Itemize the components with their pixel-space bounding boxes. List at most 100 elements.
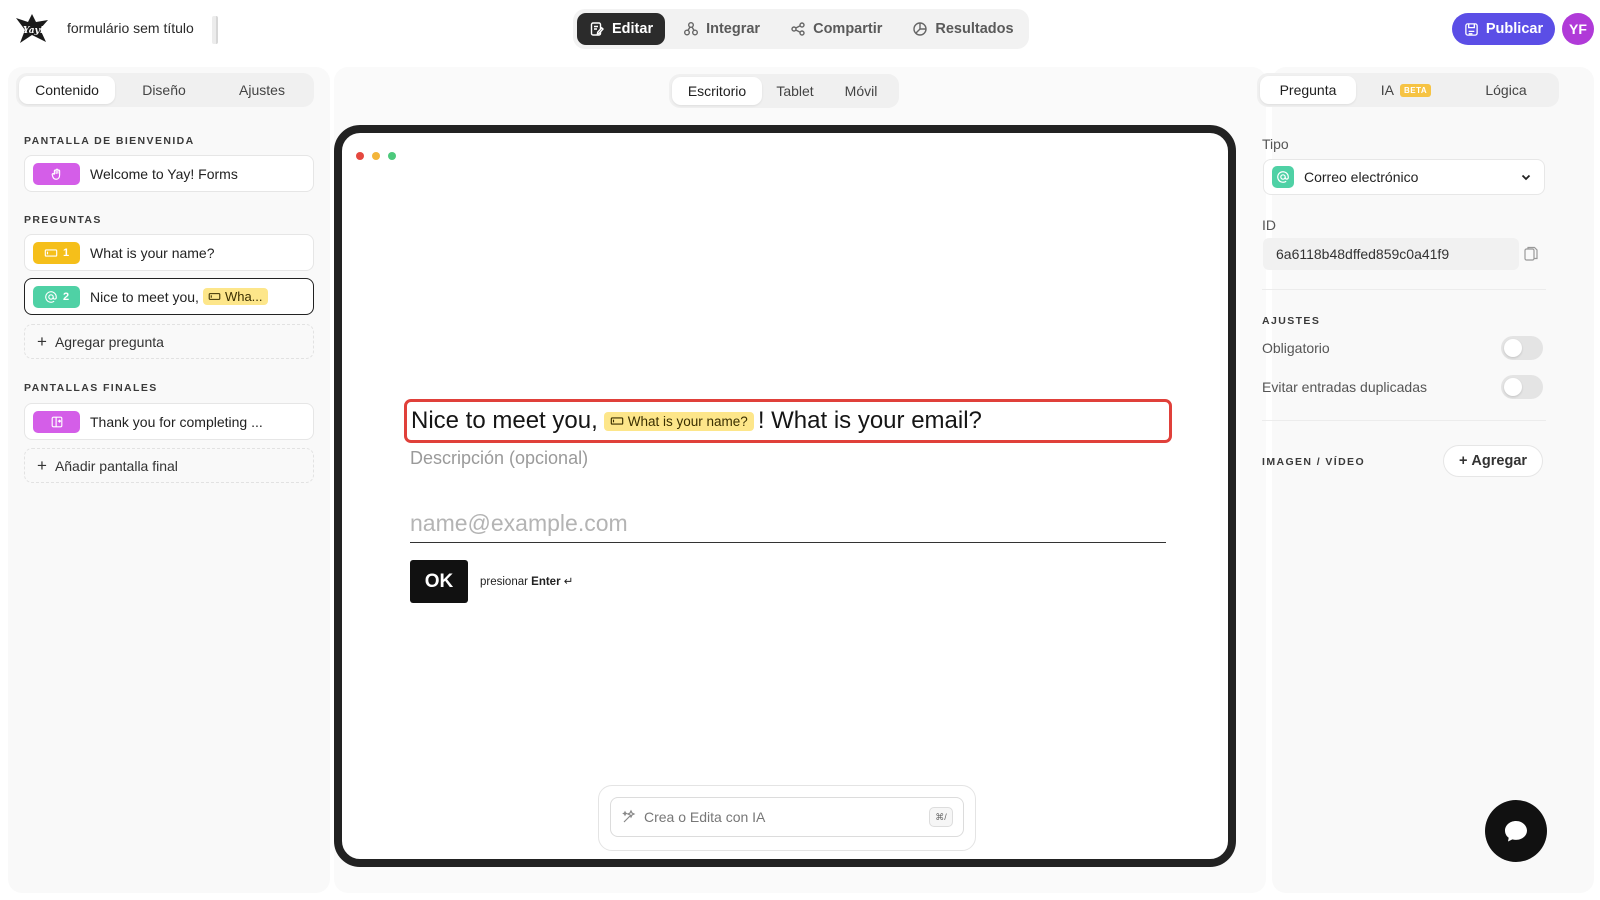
chevron-down-icon	[1521, 174, 1531, 181]
tab-compartir-label: Compartir	[813, 21, 883, 37]
ai-assistant-panel: Crea o Edita con IA ⌘/	[598, 785, 976, 851]
media-section-heading: IMAGEN / VÍDEO	[1262, 456, 1366, 468]
prevent-duplicates-label: Evitar entradas duplicadas	[1262, 379, 1427, 395]
enter-hint-prefix: presionar	[480, 576, 528, 588]
enter-hint: presionar Enter ↵	[480, 574, 573, 588]
question-card-1[interactable]: 1 What is your name?	[24, 234, 314, 271]
tab-tablet[interactable]: Tablet	[762, 77, 828, 105]
window-maximize-dot	[388, 152, 396, 160]
question-2-number: 2	[62, 290, 70, 303]
endings-section-heading: PANTALLAS FINALES	[24, 382, 158, 394]
ai-prompt-placeholder: Crea o Edita con IA	[644, 809, 766, 825]
tab-escritorio[interactable]: Escritorio	[672, 77, 762, 105]
ending-screen-card[interactable]: Thank you for completing ...	[24, 403, 314, 440]
question-1-label: What is your name?	[90, 244, 215, 261]
content-sidebar: Contenido Diseño Ajustes PANTALLA DE BIE…	[8, 67, 330, 893]
ai-prompt-input[interactable]: Crea o Edita con IA ⌘/	[610, 797, 964, 837]
chat-icon	[1505, 821, 1527, 842]
chat-support-button[interactable]	[1485, 800, 1547, 862]
question-1-number: 1	[62, 246, 70, 259]
right-panel-tabs: Pregunta IA BETA Lógica	[1257, 73, 1559, 107]
tab-integrar-label: Integrar	[706, 21, 761, 37]
required-toggle-knob	[1504, 339, 1522, 357]
question-2-reference-pill: Wha...	[202, 288, 268, 305]
tab-pregunta[interactable]: Pregunta	[1260, 76, 1356, 104]
properties-panel: Pregunta IA BETA Lógica Tipo Correo elec…	[1257, 67, 1594, 893]
window-close-dot	[356, 152, 364, 160]
ok-button[interactable]: OK	[410, 560, 468, 603]
tab-movil[interactable]: Móvil	[828, 77, 894, 105]
tab-ia[interactable]: IA BETA	[1356, 76, 1456, 104]
add-ending-label: Añadir pantalla final	[54, 457, 178, 474]
ai-shortcut-hint: ⌘/	[929, 807, 953, 827]
question-reference-pill[interactable]: What is your name?	[603, 411, 754, 431]
settings-section-heading: AJUSTES	[1262, 315, 1321, 327]
plus-icon: +	[1458, 453, 1468, 469]
welcome-section-heading: PANTALLA DE BIENVENIDA	[24, 135, 195, 147]
prevent-duplicates-toggle[interactable]	[1501, 375, 1543, 399]
results-icon	[913, 22, 928, 36]
tab-contenido[interactable]: Contenido	[19, 76, 115, 104]
avatar[interactable]: YF	[1562, 13, 1594, 45]
title-edit-handle[interactable]	[212, 16, 218, 44]
at-icon	[45, 290, 57, 303]
tab-diseno[interactable]: Diseño	[115, 76, 213, 104]
publish-icon	[1465, 22, 1478, 36]
email-input[interactable]: name@example.com	[410, 505, 1166, 543]
question-2-reference-text: Wha...	[224, 289, 263, 304]
plus-icon: +	[37, 331, 47, 351]
required-label: Obligatorio	[1262, 340, 1330, 356]
question-type-select[interactable]: Correo electrónico	[1263, 159, 1545, 195]
prevent-duplicates-toggle-knob	[1504, 378, 1522, 396]
tab-resultados-label: Resultados	[935, 21, 1014, 37]
add-question-button[interactable]: + Agregar pregunta	[24, 324, 314, 359]
yay-logo-icon[interactable]: Yay!	[14, 12, 50, 46]
plus-icon: +	[37, 455, 47, 475]
ending-card-label: Thank you for completing ...	[90, 413, 263, 430]
question-card-2[interactable]: 2 Nice to meet you, Wha...	[24, 278, 314, 315]
question-title-suffix: ! What is your email?	[757, 407, 982, 434]
short-text-icon	[208, 293, 221, 300]
question-reference-text: What is your name?	[627, 413, 748, 429]
welcome-screen-card[interactable]: Welcome to Yay! Forms	[24, 155, 314, 192]
media-divider	[1262, 420, 1546, 421]
tab-ajustes[interactable]: Ajustes	[213, 76, 311, 104]
add-ending-button[interactable]: + Añadir pantalla final	[24, 448, 314, 483]
tab-integrar[interactable]: Integrar	[671, 13, 772, 45]
add-question-label: Agregar pregunta	[54, 333, 164, 350]
tab-editar-label: Editar	[612, 21, 654, 37]
add-media-label: Agregar	[1471, 453, 1528, 469]
form-title[interactable]: formulário sem título	[67, 20, 194, 36]
window-minimize-dot	[372, 152, 380, 160]
tab-resultados[interactable]: Resultados	[900, 13, 1025, 45]
add-media-button[interactable]: + Agregar	[1443, 445, 1543, 477]
question-type-value: Correo electrónico	[1304, 169, 1419, 185]
welcome-card-label: Welcome to Yay! Forms	[90, 165, 238, 182]
question-id-field[interactable]: 6a6118b48dffed859c0a41f9	[1263, 238, 1519, 270]
tab-compartir[interactable]: Compartir	[778, 13, 894, 45]
device-tabs: Escritorio Tablet Móvil	[669, 74, 899, 108]
question-1-badge: 1	[33, 241, 80, 264]
enter-key-icon: ↵	[563, 576, 574, 588]
publish-button[interactable]: Publicar	[1452, 13, 1555, 45]
at-icon	[1272, 166, 1294, 188]
top-bar: Yay! formulário sem título Editar Integr…	[0, 0, 1600, 60]
tab-logica[interactable]: Lógica	[1456, 76, 1556, 104]
beta-badge: BETA	[1400, 83, 1432, 97]
magic-wand-icon	[622, 809, 636, 823]
publish-button-label: Publicar	[1485, 21, 1544, 37]
edit-icon	[590, 22, 604, 36]
questions-section-heading: PREGUNTAS	[24, 214, 102, 226]
question-title[interactable]: Nice to meet you, What is your name? ! W…	[404, 399, 1172, 443]
desktop-preview-frame: Nice to meet you, What is your name? ! W…	[334, 125, 1236, 867]
enter-hint-key: Enter	[531, 576, 561, 588]
question-title-prefix: Nice to meet you,	[411, 407, 598, 434]
tab-editar[interactable]: Editar	[577, 13, 666, 45]
copy-icon[interactable]	[1524, 246, 1538, 262]
svg-text:Yay!: Yay!	[23, 26, 44, 36]
exit-icon	[51, 416, 62, 427]
welcome-badge	[33, 162, 80, 185]
question-2-label: Nice to meet you,	[90, 288, 199, 305]
required-toggle[interactable]	[1501, 336, 1543, 360]
question-description[interactable]: Descripción (opcional)	[410, 448, 588, 469]
